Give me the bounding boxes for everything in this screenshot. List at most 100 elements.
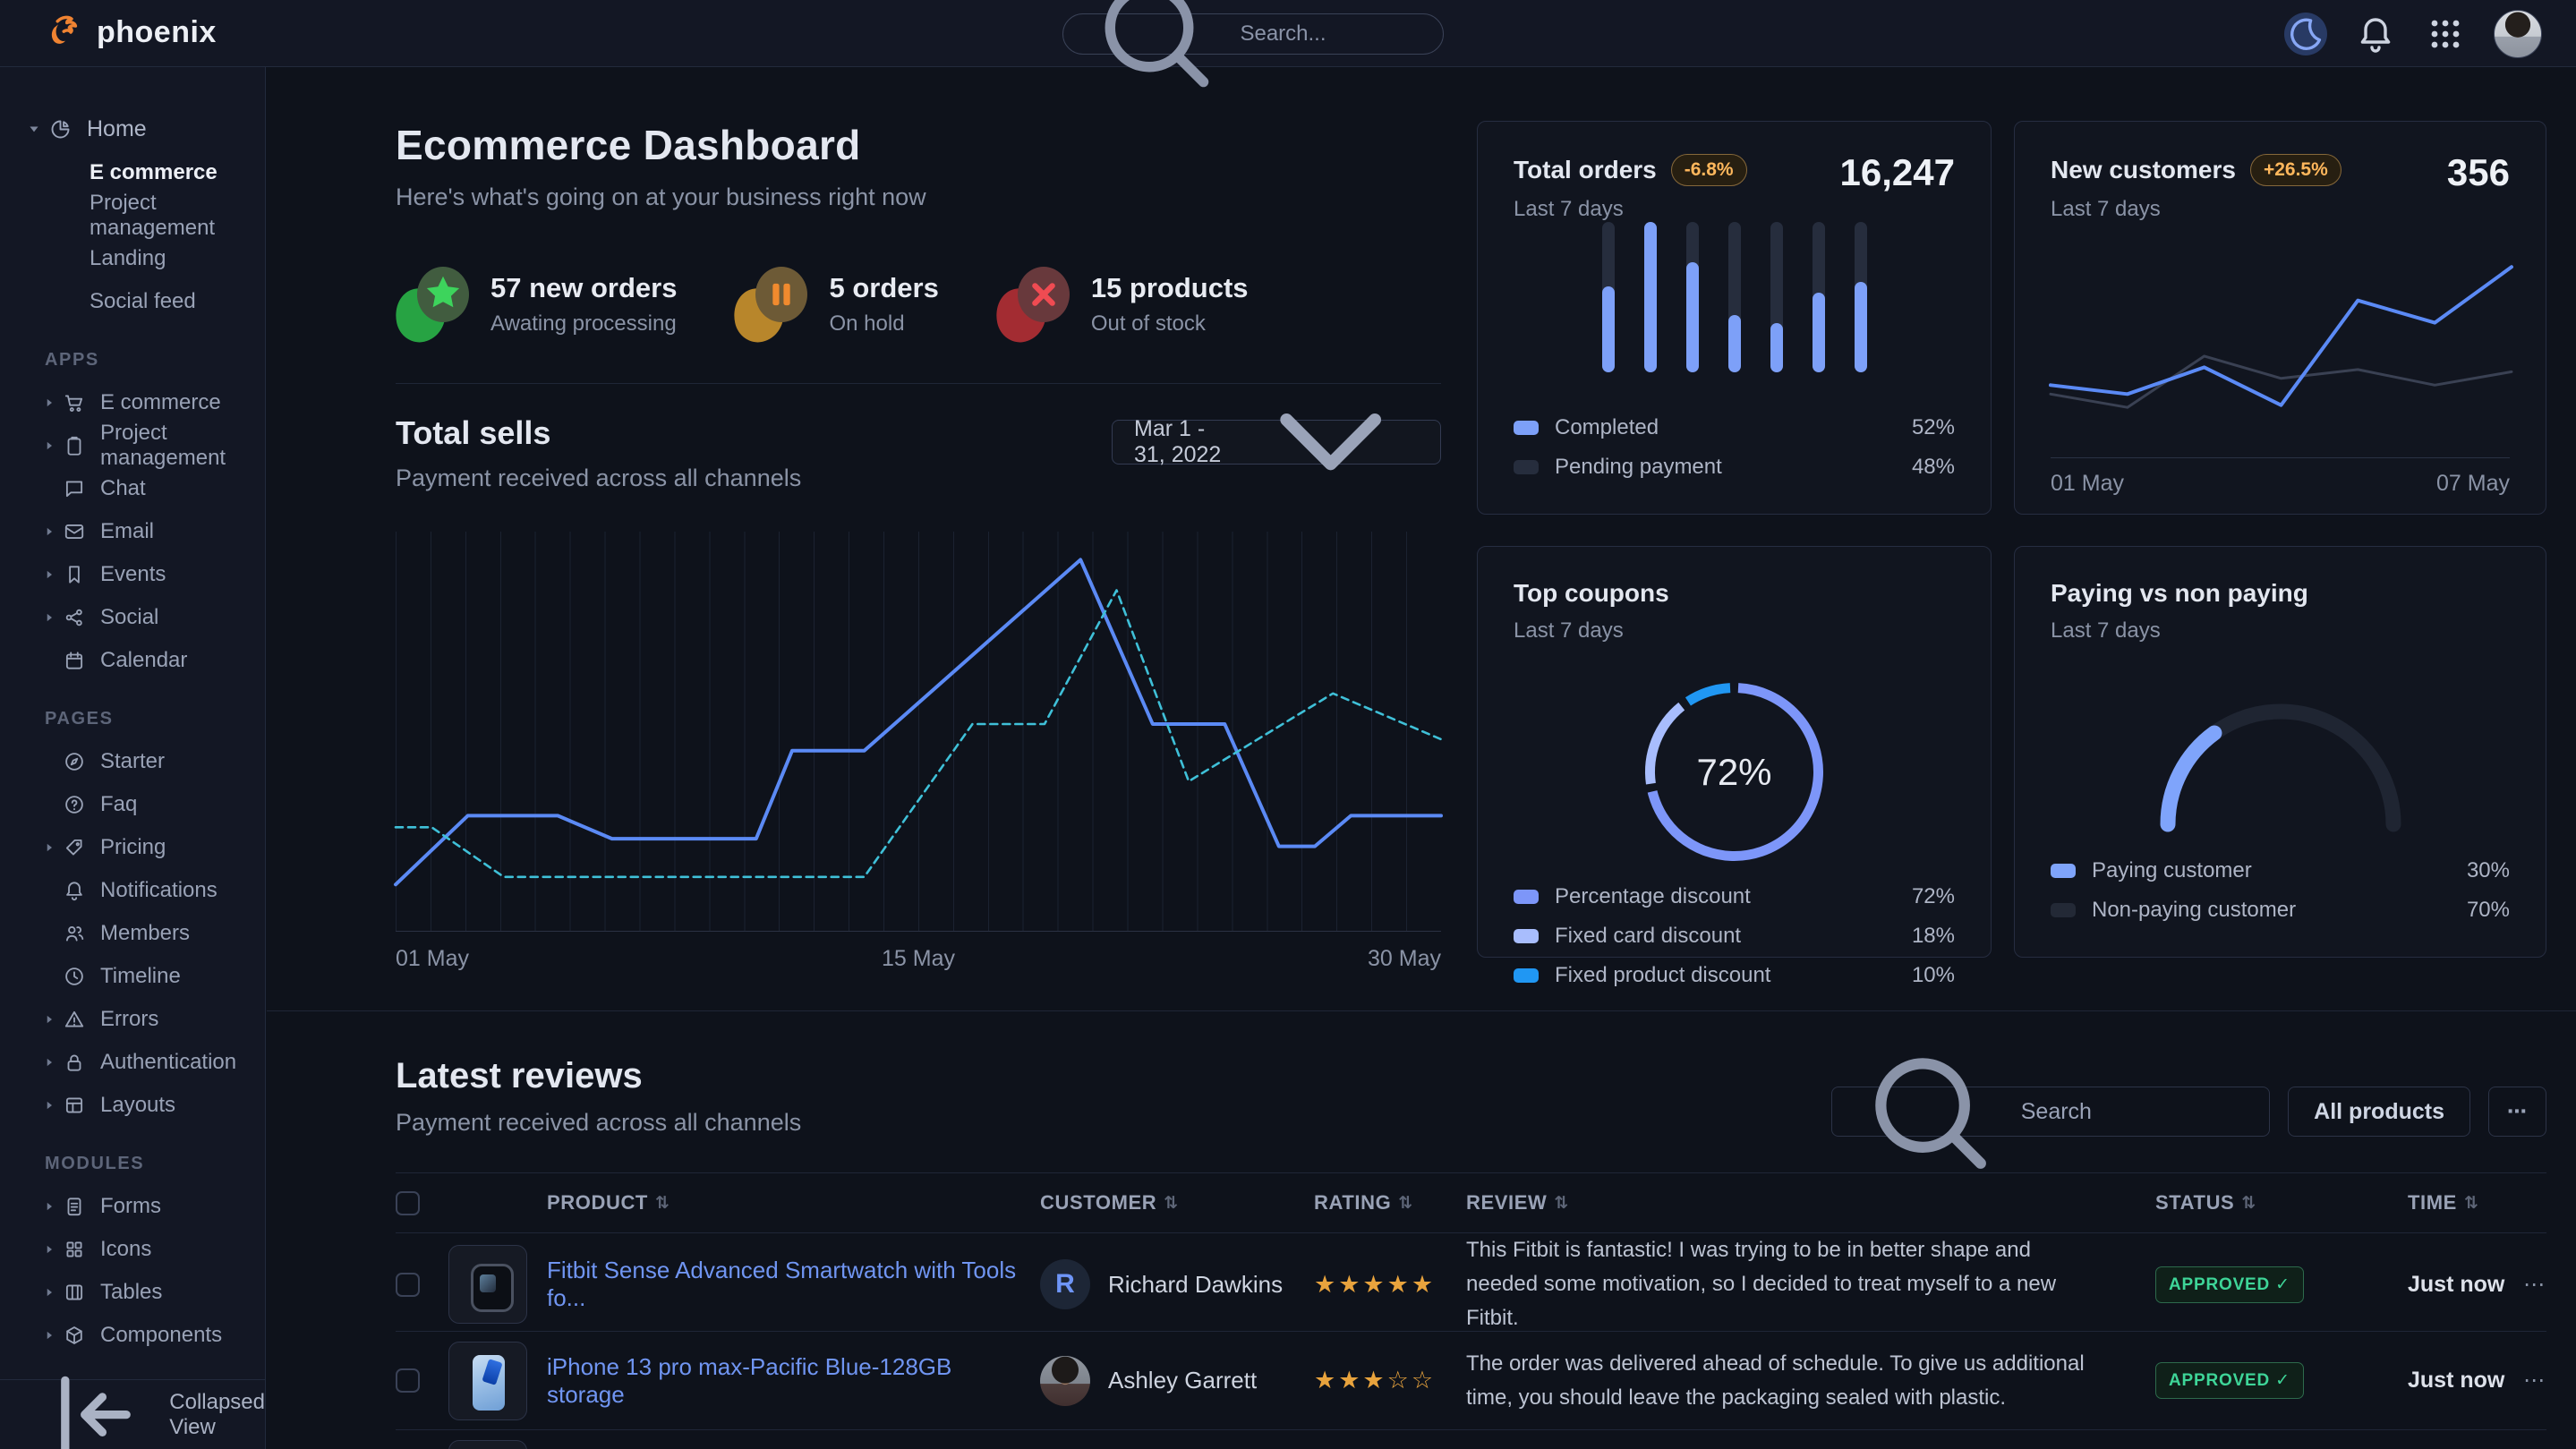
sidebar-item-e-commerce[interactable]: E commerce [0,151,265,194]
notifications-button[interactable] [2354,13,2397,55]
column-header-status[interactable]: STATUS⇅ [2155,1191,2408,1215]
legend-value: 10% [1912,963,1955,988]
select-all-checkbox[interactable] [396,1191,420,1215]
compass-icon [63,750,86,773]
row-menu-button[interactable]: ⋯ [2508,1368,2546,1394]
x-axis-label: 01 May [2051,471,2124,497]
reviews-table: PRODUCT⇅CUSTOMER⇅RATING⇅REVIEW⇅STATUS⇅TI… [396,1172,2546,1449]
rating-cell: ★★★★★ [1314,1271,1466,1299]
stat-icon [734,267,807,342]
column-label: STATUS [2155,1191,2234,1215]
legend-swatch [1514,929,1539,943]
date-range-select[interactable]: Mar 1 - 31, 2022 [1112,420,1441,465]
sidebar-item-pricing[interactable]: Pricing [0,826,265,869]
rating-stars: ★★★★★ [1314,1271,1436,1298]
sidebar-item-social[interactable]: Social [0,596,265,639]
new-customers-chart [2051,222,2512,459]
column-header-rating[interactable]: RATING⇅ [1314,1191,1466,1215]
sidebar-item-tables[interactable]: Tables [0,1271,265,1314]
legend-value: 30% [2467,858,2510,883]
sidebar-item-members[interactable]: Members [0,912,265,955]
sidebar-item-timeline[interactable]: Timeline [0,955,265,998]
bell-icon [2354,13,2397,55]
sidebar-item-label: Chat [100,476,146,501]
top-coupons-legend: Percentage discount72%Fixed card discoun… [1514,877,1955,995]
sidebar-item-label: Members [100,921,190,946]
sidebar-item-faq[interactable]: Faq [0,783,265,826]
calendar-icon [63,649,86,672]
legend-label: Percentage discount [1555,884,1751,909]
bar-group [1728,222,1741,372]
dashboard-right-column: Total orders -6.8% Last 7 days 16,247 Co… [1477,121,2546,973]
gauge-svg [2146,688,2415,839]
legend-item-pending-payment: Pending payment48% [1514,447,1955,487]
sidebar-item-e-commerce[interactable]: E commerce [0,381,265,424]
sidebar-item-project-management[interactable]: Project management [0,424,265,467]
column-header-customer[interactable]: CUSTOMER⇅ [1040,1191,1314,1215]
row-checkbox-cell [396,1368,446,1393]
total-orders-legend: Completed52%Pending payment48% [1514,408,1955,487]
column-header-time[interactable]: TIME⇅ [2408,1191,2508,1215]
user-avatar[interactable] [2494,10,2542,58]
total-sells-title: Total sells [396,414,801,452]
sidebar-item-icons[interactable]: Icons [0,1228,265,1271]
sidebar-item-calendar[interactable]: Calendar [0,639,265,682]
product-cell: iPhone 13 pro max-Pacific Blue-128GB sto… [446,1342,1040,1420]
apps-grid-icon [2424,13,2467,55]
customer-name: Ashley Garrett [1108,1367,1257,1394]
sidebar-item-label: E commerce [100,390,221,415]
sidebar-item-components[interactable]: Components [0,1314,265,1357]
product-thumbnail [448,1440,527,1449]
paying-legend: Paying customer30%Non-paying customer70% [2051,851,2510,930]
sort-icon: ⇅ [2464,1193,2479,1214]
all-products-button[interactable]: All products [2288,1087,2470,1137]
caret-right-icon [41,1198,57,1215]
search-icon [1083,0,1227,107]
global-search-input[interactable] [1240,21,1423,47]
sidebar-section-title-pages: PAGES [45,709,265,729]
top-coupons-donut-chart: 72% [1629,667,1839,877]
product-link[interactable]: iPhone 13 pro max-Pacific Blue-128GB sto… [547,1353,1030,1409]
legend-value: 18% [1912,924,1955,949]
sidebar-item-errors[interactable]: Errors [0,998,265,1041]
clock-icon [63,965,86,988]
apps-menu-button[interactable] [2424,13,2467,55]
sidebar-item-authentication[interactable]: Authentication [0,1041,265,1084]
bar-group [1813,222,1825,372]
sidebar-item-chat[interactable]: Chat [0,467,265,510]
collapsed-view-toggle[interactable]: Collapsed View [0,1379,265,1449]
row-checkbox[interactable] [396,1273,420,1297]
row-menu-button[interactable]: ⋯ [2508,1272,2546,1298]
time-cell: Just now [2408,1272,2508,1298]
caret-right-icon [41,1011,57,1027]
sidebar-item-label: Tables [100,1280,162,1305]
row-checkbox[interactable] [396,1368,420,1393]
sidebar-item-events[interactable]: Events [0,553,265,596]
sidebar-item-email[interactable]: Email [0,510,265,553]
sidebar-item-social-feed[interactable]: Social feed [0,280,265,323]
review-cell: This Fitbit is fantastic! I was trying t… [1466,1233,2155,1335]
sidebar-item-label: Events [100,562,166,587]
product-link[interactable]: Fitbit Sense Advanced Smartwatch with To… [547,1257,1030,1312]
moon-icon [2284,13,2327,55]
collapsed-view-label: Collapsed View [169,1390,265,1440]
brand-logo[interactable]: phoenix [47,13,217,52]
reviews-search-input[interactable] [2021,1099,2249,1125]
sidebar-item-project-management[interactable]: Project management [0,194,265,237]
product-cell [446,1440,1040,1449]
sidebar-item-notifications[interactable]: Notifications [0,869,265,912]
sidebar-item-landing[interactable]: Landing [0,237,265,280]
column-header-product[interactable]: PRODUCT⇅ [446,1191,1040,1215]
table-icon [63,1281,86,1304]
column-header-review[interactable]: REVIEW⇅ [1466,1191,2155,1215]
sidebar-item-home[interactable]: Home [0,107,265,151]
sidebar-item-layouts[interactable]: Layouts [0,1084,265,1127]
x-axis-label: 07 May [2436,471,2510,497]
top-coupons-title: Top coupons [1514,579,1669,608]
sidebar-item-starter[interactable]: Starter [0,740,265,783]
reviews-more-button[interactable]: ⋯ [2488,1087,2546,1137]
sidebar-item-forms[interactable]: Forms [0,1185,265,1228]
legend-item-fixed-card-discount: Fixed card discount18% [1514,916,1955,956]
theme-toggle-button[interactable] [2284,13,2327,55]
sidebar-item-label: Forms [100,1194,161,1219]
